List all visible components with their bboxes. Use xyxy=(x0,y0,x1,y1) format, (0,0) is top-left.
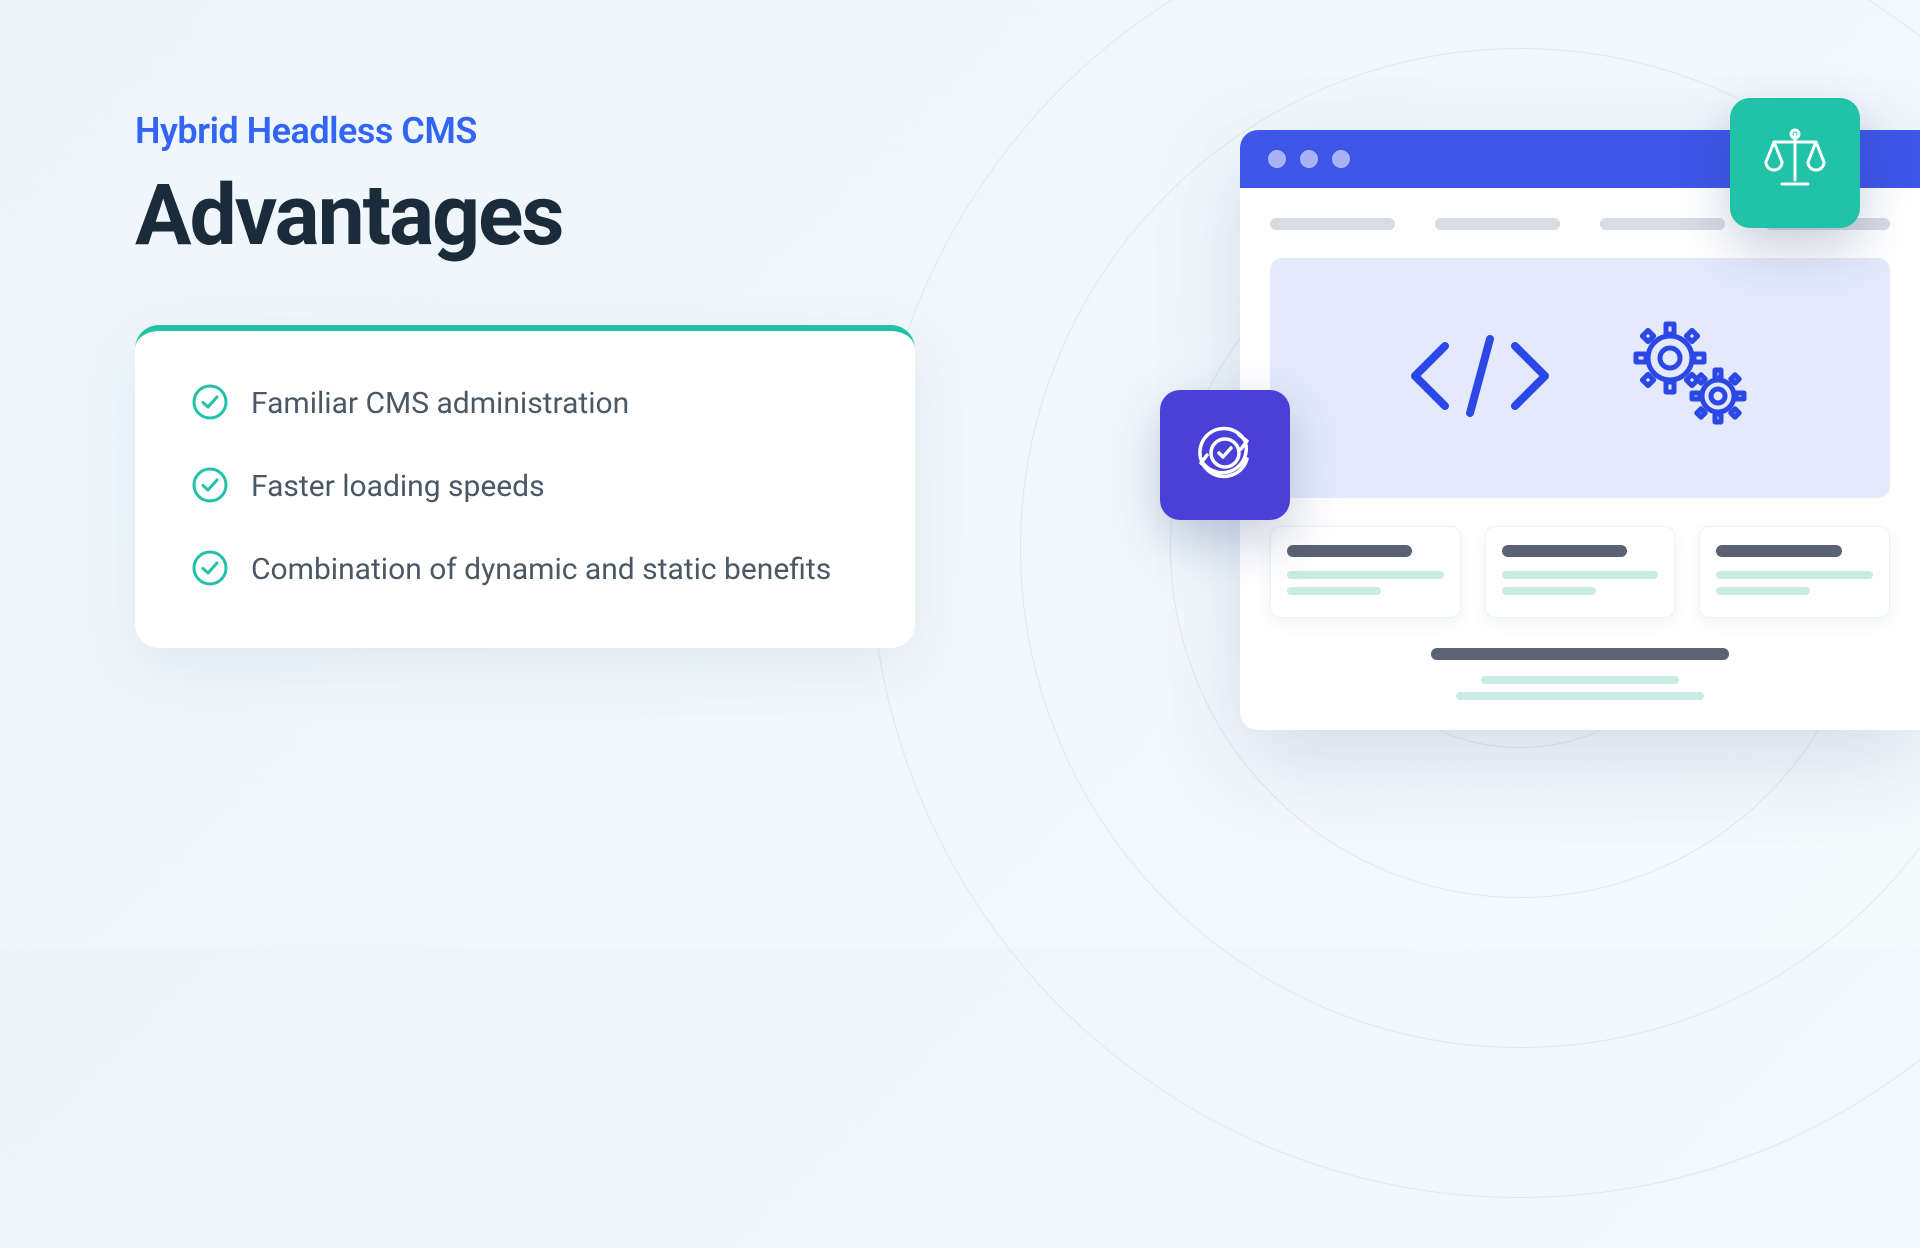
feature-item: Faster loading speeds xyxy=(191,462,859,509)
placeholder-bar xyxy=(1716,571,1873,579)
placeholder-bar xyxy=(1481,676,1679,684)
footer-placeholder xyxy=(1270,648,1890,700)
text-content: Hybrid Headless CMS Advantages Familiar … xyxy=(135,110,915,648)
placeholder-bar xyxy=(1287,587,1381,595)
scales-icon xyxy=(1756,122,1834,204)
placeholder-bar xyxy=(1287,545,1412,557)
refresh-check-icon xyxy=(1185,413,1265,497)
placeholder-bar xyxy=(1600,218,1725,230)
hero-panel xyxy=(1270,258,1890,498)
gears-icon xyxy=(1620,316,1760,440)
window-dot-icon xyxy=(1300,150,1318,168)
mini-card xyxy=(1699,526,1890,618)
placeholder-bar xyxy=(1502,571,1659,579)
check-circle-icon xyxy=(191,466,229,508)
placeholder-bar xyxy=(1435,218,1560,230)
feature-item: Combination of dynamic and static benefi… xyxy=(191,545,859,592)
placeholder-bar xyxy=(1716,587,1810,595)
illustration xyxy=(1160,130,1920,830)
scales-badge xyxy=(1730,98,1860,228)
cards-row xyxy=(1270,526,1890,618)
placeholder-bar xyxy=(1287,571,1444,579)
window-dot-icon xyxy=(1268,150,1286,168)
advantages-card: Familiar CMS administration Faster loadi… xyxy=(135,325,915,648)
eyebrow-label: Hybrid Headless CMS xyxy=(135,110,915,152)
refresh-badge xyxy=(1160,390,1290,520)
mini-card xyxy=(1270,526,1461,618)
page-title: Advantages xyxy=(135,166,915,265)
placeholder-bar xyxy=(1456,692,1704,700)
feature-label: Faster loading speeds xyxy=(251,462,545,509)
browser-body xyxy=(1240,188,1920,730)
feature-label: Familiar CMS administration xyxy=(251,379,629,426)
placeholder-bar xyxy=(1502,587,1596,595)
check-circle-icon xyxy=(191,549,229,591)
code-brackets-icon xyxy=(1400,321,1560,435)
mini-card xyxy=(1485,526,1676,618)
feature-label: Combination of dynamic and static benefi… xyxy=(251,545,831,592)
placeholder-bar xyxy=(1431,648,1729,660)
placeholder-bar xyxy=(1716,545,1841,557)
feature-item: Familiar CMS administration xyxy=(191,379,859,426)
placeholder-bar xyxy=(1502,545,1627,557)
check-circle-icon xyxy=(191,383,229,425)
placeholder-bar xyxy=(1270,218,1395,230)
window-dot-icon xyxy=(1332,150,1350,168)
